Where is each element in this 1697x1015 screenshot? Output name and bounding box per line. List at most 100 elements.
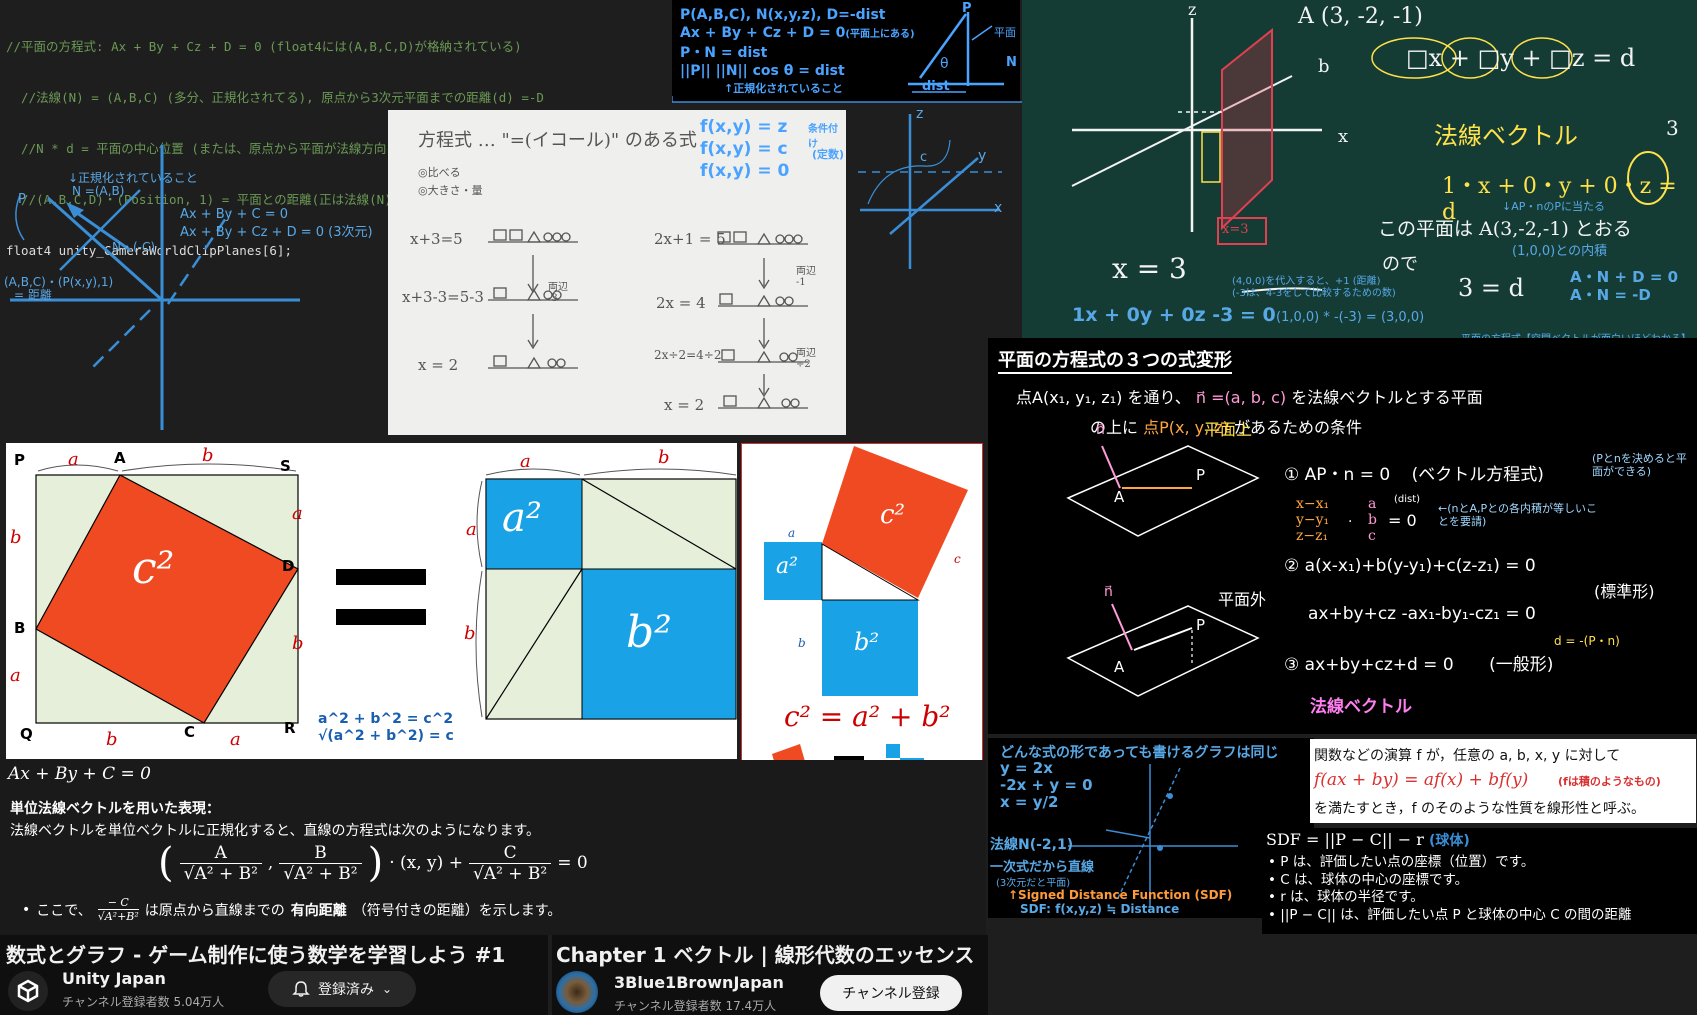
linearity-note: (fは積のようなもの) xyxy=(1558,775,1661,788)
subscribed-button[interactable]: 登録済み ⌄ xyxy=(268,971,416,1007)
side-b: b xyxy=(658,447,670,468)
chevron-down-icon: ⌄ xyxy=(381,982,393,996)
form-number: ② xyxy=(1284,556,1300,576)
label-N: N xyxy=(1006,55,1017,70)
overlay-eq: f(x,y) = z xyxy=(700,117,788,137)
label-N-neg-C: N・(-C) xyxy=(112,240,156,254)
dot-product-note2: = 距離 xyxy=(14,288,52,302)
label-n: n⃗ xyxy=(1104,584,1113,600)
pythagoras-formula: c² = a² + b² xyxy=(784,700,951,733)
corner-Q: Q xyxy=(20,725,33,743)
side-a: a xyxy=(230,729,241,750)
side-b: b xyxy=(202,445,214,466)
channel-name[interactable]: Unity Japan xyxy=(62,969,166,988)
channel-avatar[interactable] xyxy=(8,971,48,1011)
substitute-note-1: (4,0,0)を代入すると、+1 (距離) xyxy=(1232,276,1381,287)
corner-D: D xyxy=(282,557,295,575)
paper-note: 方程式 … "=(イコール)" のある式 ◎比べる ◎大きさ・量 x+3=5 x… xyxy=(388,110,846,435)
sdf-item-text: P は、評価したい点の座標（位置）です。 xyxy=(1280,854,1535,870)
channel-name[interactable]: 3Blue1BrownJapan xyxy=(614,973,784,992)
ap-note: ↓AP・nのPに当たる xyxy=(1502,200,1605,213)
formula-end: = 0 xyxy=(557,853,588,873)
note-line: Ax + By + Cz + D = 0(平面上にある) xyxy=(680,25,915,41)
axis-label-x: x xyxy=(994,200,1003,216)
matrix-left: x−x₁ xyxy=(1296,496,1329,512)
form-number: ① xyxy=(1284,465,1300,485)
chalk-x3-box: x=3 xyxy=(1222,222,1249,237)
bullet-mid: は原点から直線までの xyxy=(144,902,285,919)
side-a: a xyxy=(788,526,796,540)
corner-P: P xyxy=(14,451,25,469)
video-title: Chapter 1 ベクトル | 線形代数のエッセンス xyxy=(556,943,975,967)
form-vector-name: (ベクトル方程式) xyxy=(1411,465,1544,485)
side-b: b xyxy=(106,729,118,750)
sdf-item: • ||P − C|| は、評価したい点 P と球体の中心 C の間の距離 xyxy=(1268,906,1632,923)
normalized-formula: ( A √A² + B² , B √A² + B² ) · (x, y) + C… xyxy=(158,840,588,886)
axes-sketch: ↓正規化されていること N =(A,B) P N・(-C) Ax + By + … xyxy=(0,140,390,440)
sdf-item: • r は、球体の半径です。 xyxy=(1268,889,1424,905)
formula-root: √A² + B² xyxy=(468,862,552,884)
label-P: P xyxy=(1196,616,1206,634)
pythagoras-proof: P A S D R C Q B a b b a a b b a c² a b a… xyxy=(6,443,737,759)
code-comment-line: //平面の方程式: Ax + By + Cz + D = 0 (float4には… xyxy=(6,39,522,54)
label-P: P xyxy=(18,192,26,207)
pythagoras-squares: c² a² b² a b c c² = a² + b² xyxy=(741,443,983,794)
subscriber-count: チャンネル登録者数 5.04万人 xyxy=(62,995,225,1009)
normal-vector-caption: 法線ベクトル xyxy=(1310,697,1412,717)
formula-C: C xyxy=(503,842,517,863)
overlay-eq: f(x,y) = c xyxy=(700,139,788,159)
sdf-item: • C は、球体の中心の座標です。 xyxy=(1268,871,1469,888)
matrix-right: b xyxy=(1368,512,1377,528)
b-squared: b² xyxy=(854,628,879,656)
point-A: A (3, -2, -1) xyxy=(1298,4,1423,29)
graph-eq: -2x + y = 0 xyxy=(1000,776,1093,794)
subscribed-label: 登録済み xyxy=(317,982,374,998)
code-comment-line: //法線(N) = (A,B,C) (多分、正規化されてる), 原点から3次元平… xyxy=(6,90,544,105)
substitute-note-2: (-3は、4-3をして比較するための数) xyxy=(1232,288,1396,299)
form-standard-name: (標準形) xyxy=(1594,582,1655,601)
linear-sub-note: (3次元だと平面) xyxy=(996,878,1071,889)
graph-eq: y = 2x xyxy=(1000,759,1053,777)
axis-label-z: z xyxy=(916,106,924,122)
bullet-post: （符号付きの距離）を示します。 xyxy=(352,902,562,919)
sdf-note: SDF: f(x,y,z) ≒ Distance xyxy=(1020,902,1180,916)
corner-A: A xyxy=(114,449,126,467)
sdf-item: • P は、評価したい点の座標（位置）です。 xyxy=(1268,854,1535,870)
normal-vector-label: 法線ベクトル xyxy=(1434,122,1578,150)
side-b: b xyxy=(10,527,22,548)
x-equals-3: x = 3 xyxy=(1112,252,1187,285)
d-note: d = -(P・n) xyxy=(1554,634,1620,648)
chalkboard: A (3, -2, -1) z b x x=3 □x + □y + □z = d… xyxy=(1022,0,1697,338)
label-P: P xyxy=(1196,466,1206,484)
form-general-eq: ax+by+cz+d = 0 xyxy=(1304,655,1454,675)
sdf-box: SDF = ||P − C|| − r (球体) • P は、評価したい点の座標… xyxy=(1262,828,1697,934)
chalk-x-label: x xyxy=(1338,126,1349,147)
b-squared: b² xyxy=(626,607,672,658)
side-a: a xyxy=(10,665,21,686)
linear-note: 一次式だから直線 xyxy=(990,860,1095,875)
a-squared: a² xyxy=(776,554,798,579)
c-squared: c² xyxy=(132,543,175,594)
label-A: A xyxy=(1114,658,1125,676)
sdf-item-text: ||P − C|| は、評価したい点 P と球体の中心 C の間の距離 xyxy=(1280,906,1632,923)
subscribe-button[interactable]: チャンネル登録 xyxy=(820,975,962,1011)
linearity-box: 関数などの演算 f が，任意の a, b, x, y に対して f(ax + b… xyxy=(1310,739,1696,823)
bullet-pre: ここで、 xyxy=(36,902,92,919)
corner-R: R xyxy=(284,719,296,737)
boxed-equation: □x + □y + □z = d xyxy=(1406,44,1636,72)
bullet-frac-den: √A²+B² xyxy=(97,909,139,923)
channel-avatar[interactable] xyxy=(556,971,598,1013)
matrix-dot: · xyxy=(1348,514,1352,530)
three-equals-d: 3 = d xyxy=(1458,274,1524,302)
matrix-left: y−y₁ xyxy=(1295,512,1329,528)
video-info-3b1b: Chapter 1 ベクトル | 線形代数のエッセンス 3Blue1BrownJ… xyxy=(552,935,988,1015)
normal-note: 法線N(-2,1) xyxy=(990,837,1074,853)
matrix-eq: = 0 xyxy=(1388,511,1417,530)
dist-diagram: P N θ dist 平面 xyxy=(908,1,1017,94)
corner-C: C xyxy=(184,723,196,741)
side-b: b xyxy=(292,633,304,654)
form1-note: (Pとnを決めると平面ができる) xyxy=(1592,452,1687,478)
form-number: ③ xyxy=(1284,655,1300,675)
an-equation-2: A・N = -D xyxy=(1570,286,1651,304)
chalk-b-label: b xyxy=(1318,56,1330,77)
